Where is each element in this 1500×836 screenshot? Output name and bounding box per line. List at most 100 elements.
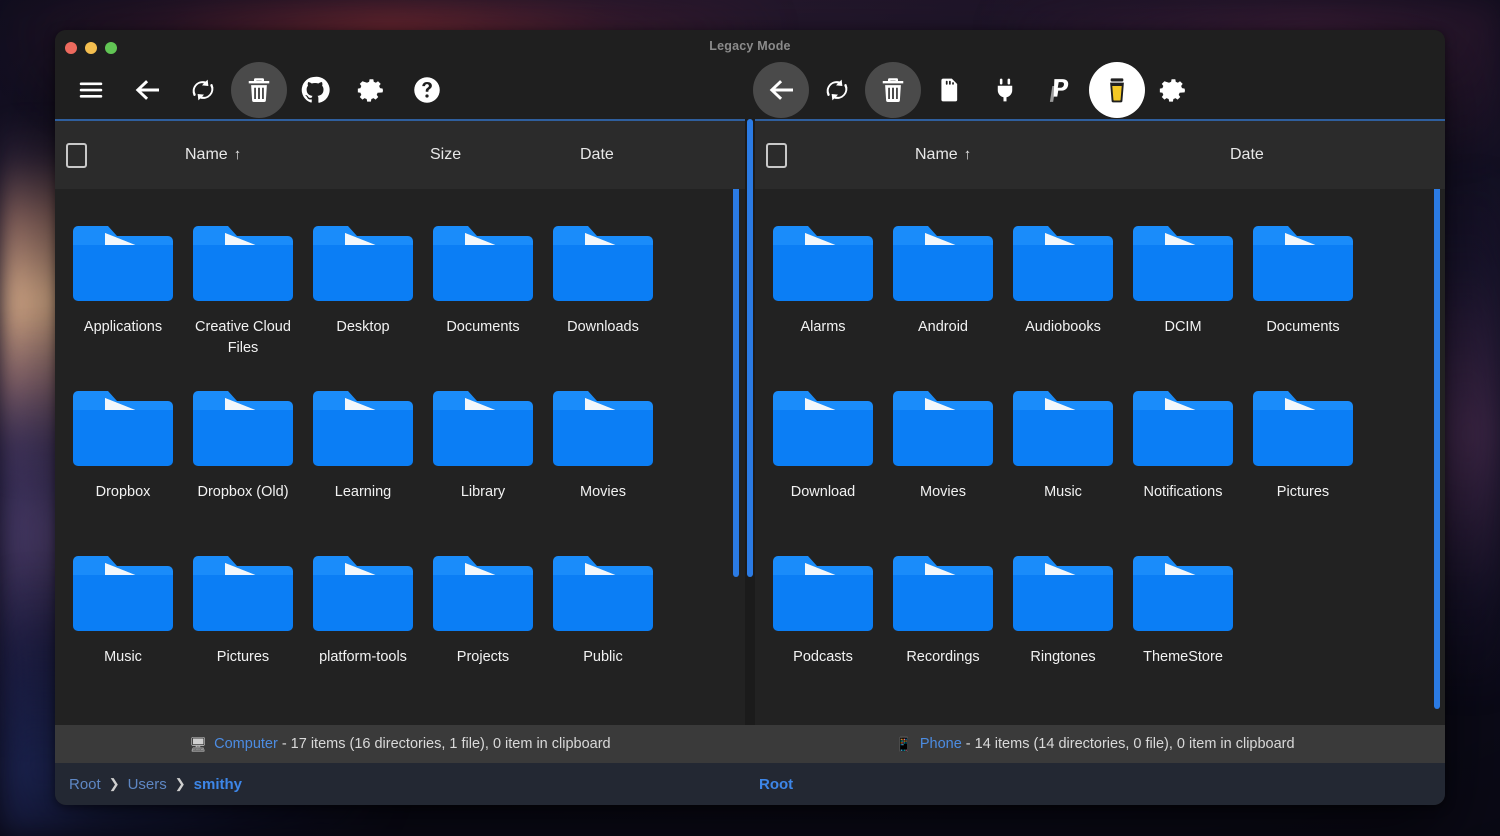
folder-tile[interactable]: Documents [423,201,543,366]
folder-icon [1251,219,1355,308]
folder-tile[interactable]: Alarms [763,201,883,366]
breadcrumb-item[interactable]: Root [759,776,793,793]
breadcrumb-item[interactable]: Users [128,776,167,793]
right-status-bar: 📱 Phone - 14 items (14 directories, 0 fi… [745,725,1445,763]
delete-button-right[interactable] [865,62,921,118]
folder-tile[interactable]: Downloads [543,201,663,366]
left-column-date[interactable]: Date [580,146,614,164]
folder-tile[interactable]: Recordings [883,531,1003,696]
folder-icon [311,219,415,308]
breadcrumb-item[interactable]: smithy [194,776,242,793]
folder-tile[interactable]: Music [63,531,183,696]
folder-icon [551,384,655,473]
settings-button-left[interactable] [343,62,399,118]
breadcrumb-row: Root❯Users❯smithy Root [55,763,1445,805]
folder-tile[interactable]: DCIM [1123,201,1243,366]
paypal-button[interactable] [1033,62,1089,118]
back-button[interactable] [119,62,175,118]
sort-asc-icon: ↑ [234,146,242,163]
folder-tile[interactable]: Desktop [303,201,423,366]
folder-tile[interactable]: Audiobooks [1003,201,1123,366]
folder-tile[interactable]: Dropbox (Old) [183,366,303,531]
folder-tile[interactable]: Ringtones [1003,531,1123,696]
right-file-grid: AlarmsAndroid Audiobooks DCIMDocuments Down… [755,201,1445,696]
connect-button[interactable] [977,62,1033,118]
buy-coffee-button[interactable] [1089,62,1145,118]
help-button[interactable] [399,62,455,118]
folder-tile[interactable]: ThemeStore [1123,531,1243,696]
folder-label: Applications [71,317,175,338]
right-status-wrap: 📱 Phone - 14 items (14 directories, 0 fi… [745,725,1445,763]
status-bar-row: 🖥 Computer - 17 items (16 directories, 1… [55,725,1445,763]
folder-tile[interactable]: platform-tools [303,531,423,696]
folder-tile[interactable]: Music [1003,366,1123,531]
computer-icon: 🖥 [189,736,207,753]
right-vertical-scrollbar[interactable] [1434,189,1440,709]
refresh-button[interactable] [175,62,231,118]
folder-tile[interactable]: Notifications [1123,366,1243,531]
folder-tile[interactable]: Download [763,366,883,531]
folder-label: Library [431,482,535,503]
left-column-name-label: Name [185,146,228,163]
folder-label: Music [1011,482,1115,503]
folder-tile[interactable]: Movies [543,366,663,531]
folder-tile[interactable]: Creative Cloud Files [183,201,303,366]
gear-icon [1159,76,1188,105]
folder-icon [71,219,175,308]
folder-tile[interactable]: Projects [423,531,543,696]
breadcrumb-item[interactable]: Root [69,776,101,793]
folder-tile[interactable]: Library [423,366,543,531]
folder-icon [191,384,295,473]
settings-button-right[interactable] [1145,62,1201,118]
back-button-right[interactable] [753,62,809,118]
folder-label: Pictures [1251,482,1355,503]
left-breadcrumb: Root❯Users❯smithy [55,763,745,805]
delete-button[interactable] [231,62,287,118]
left-column-size[interactable]: Size [430,146,461,164]
folder-label: Learning [311,482,415,503]
right-file-grid-area: AlarmsAndroid Audiobooks DCIMDocuments Down… [755,189,1445,725]
folder-tile[interactable]: Public [543,531,663,696]
right-device-name[interactable]: Phone [920,736,962,752]
folder-icon [431,219,535,308]
right-breadcrumb: Root [745,763,1445,805]
folder-icon [891,219,995,308]
left-select-all-checkbox[interactable] [66,143,87,168]
sdcard-button[interactable] [921,62,977,118]
trash-icon [878,75,908,105]
folder-tile[interactable]: Pictures [183,531,303,696]
folder-tile[interactable]: Learning [303,366,423,531]
folder-label: Movies [891,482,995,503]
folder-tile[interactable]: Applications [63,201,183,366]
panel-splitter[interactable] [745,119,755,725]
trash-icon [244,75,274,105]
left-vertical-scrollbar[interactable] [733,189,739,577]
refresh-button-right[interactable] [809,62,865,118]
folder-tile[interactable]: Podcasts [763,531,883,696]
folder-tile[interactable]: Dropbox [63,366,183,531]
folder-icon [551,549,655,638]
github-button[interactable] [287,62,343,118]
folder-icon [191,219,295,308]
refresh-icon [822,75,852,105]
folder-label: Audiobooks [1011,317,1115,338]
left-breadcrumb-wrap: Root❯Users❯smithy [55,763,745,805]
folder-tile[interactable]: Movies [883,366,1003,531]
right-column-name[interactable]: Name↑ [915,146,971,164]
folder-tile[interactable]: Documents [1243,201,1363,366]
splitter-handle[interactable] [747,119,753,577]
file-manager-window: Legacy Mode [55,30,1445,805]
folder-tile[interactable]: Pictures [1243,366,1363,531]
left-file-grid: ApplicationsCreative Cloud FilesDesktopD… [55,201,745,696]
right-column-header: Name↑ Date [755,119,1445,189]
gear-icon [357,76,386,105]
folder-icon [771,384,875,473]
left-column-name[interactable]: Name ↑ [185,146,241,164]
folder-label: Music [71,647,175,668]
breadcrumb-separator-icon: ❯ [109,776,120,792]
left-device-name[interactable]: Computer [214,736,278,752]
right-select-all-checkbox[interactable] [766,143,787,168]
folder-tile[interactable]: Android [883,201,1003,366]
right-column-date[interactable]: Date [1230,146,1264,164]
menu-button[interactable] [63,62,119,118]
